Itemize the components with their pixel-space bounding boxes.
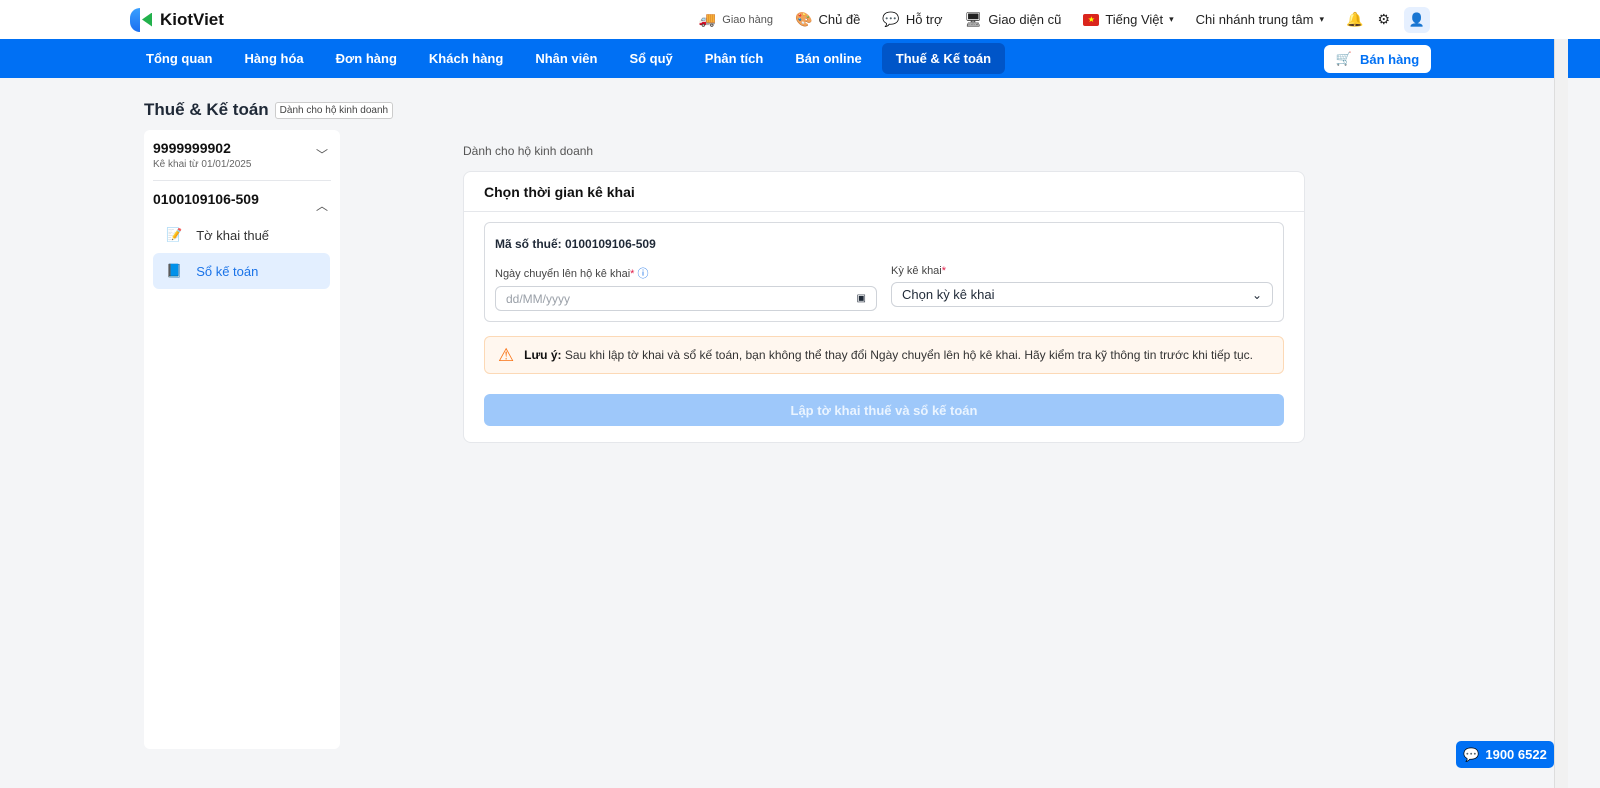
logo[interactable]: KiotViet: [130, 7, 224, 32]
sidebar-item-to-khai-thue[interactable]: 📝 Tờ khai thuế: [153, 217, 330, 253]
logo-icon: [130, 7, 152, 32]
sidebar-item-so-ke-toan[interactable]: 📘 Sổ kế toán: [153, 253, 330, 289]
bell-icon[interactable]: 🔔: [1346, 11, 1363, 28]
page-title: Thuế & Kế toán: [144, 100, 269, 119]
cart-icon: 🛒: [1335, 51, 1352, 66]
chat-icon: 💬: [1463, 746, 1480, 762]
hotline-button[interactable]: 💬 1900 6522: [1456, 741, 1554, 768]
old-ui-link[interactable]: 🖥 Giao diện cũ: [965, 11, 1062, 28]
chevron-up-icon: ︿: [315, 199, 328, 213]
nav-so-quy[interactable]: Sổ quỹ: [617, 43, 684, 74]
truck-icon: 🚚: [698, 11, 717, 27]
page-tag: Dành cho hộ kinh doanh: [274, 101, 394, 119]
language-select[interactable]: ★ Tiếng Việt ▾: [1083, 12, 1174, 27]
nav-khach-hang[interactable]: Khách hàng: [417, 43, 515, 74]
sidebar-group-0100109106-509[interactable]: 0100109106-509 ︿: [144, 181, 340, 217]
card-title: Chọn thời gian kê khai: [464, 172, 1304, 212]
sidebar-group-9999999902[interactable]: 9999999902 Kê khai từ 01/01/2025 ﹀: [144, 130, 340, 180]
date-input[interactable]: dd/MM/yyyy ▣: [495, 286, 877, 311]
chevron-down-icon: ▾: [1169, 14, 1174, 24]
palette-icon: 🎨: [795, 11, 813, 27]
nav-hang-hoa[interactable]: Hàng hóa: [232, 43, 315, 74]
support-link[interactable]: 💬 Hỗ trợ: [882, 11, 942, 28]
tax-code: Mã số thuế: 0100109106-509: [495, 237, 656, 251]
vietnam-flag-icon: ★: [1083, 13, 1100, 26]
gear-icon[interactable]: ⚙: [1377, 11, 1390, 28]
sell-button[interactable]: 🛒 Bán hàng: [1324, 45, 1431, 73]
chat-icon: 💬: [882, 11, 900, 27]
warning-icon: ⚠: [498, 344, 515, 365]
submit-button[interactable]: Lập tờ khai thuế và sổ kế toán: [484, 394, 1284, 426]
main-nav: Tổng quan Hàng hóa Đơn hàng Khách hàng N…: [0, 39, 1600, 78]
chevron-down-icon: ⌄: [1251, 287, 1262, 302]
scrollbar[interactable]: [1554, 39, 1568, 788]
nav-thue-ke-toan[interactable]: Thuế & Kế toán: [881, 43, 1006, 74]
calendar-icon[interactable]: ▣: [857, 293, 866, 304]
nav-ban-online[interactable]: Bán online: [783, 43, 873, 74]
warning-note: ⚠ Lưu ý: Sau khi lập tờ khai và sổ kế toá…: [484, 336, 1284, 374]
theme-link[interactable]: 🎨 Chủ đề: [795, 11, 860, 28]
branch-select[interactable]: Chi nhánh trung tâm ▾: [1196, 12, 1324, 27]
delivery-link[interactable]: 🚚 Giao hàng: [699, 11, 773, 28]
sidebar: 9999999902 Kê khai từ 01/01/2025 ﹀ 01001…: [144, 130, 340, 749]
monitor-icon: 🖥: [964, 11, 983, 27]
nav-phan-tich[interactable]: Phân tích: [693, 43, 776, 74]
nav-tong-quan[interactable]: Tổng quan: [134, 43, 224, 74]
top-bar: KiotViet 🚚 Giao hàng 🎨 Chủ đề 💬 Hỗ trợ 🖥 Gia…: [0, 0, 1600, 39]
chevron-down-icon: ﹀: [315, 148, 328, 162]
declaration-card: Chọn thời gian kê khai Mã số thuế: 01001…: [463, 171, 1305, 443]
caption: Dành cho hộ kinh doanh: [463, 144, 594, 158]
ledger-icon: 📘: [166, 263, 183, 278]
period-select[interactable]: Chọn kỳ kê khai ⌄: [891, 282, 1273, 307]
avatar[interactable]: 👤: [1404, 6, 1430, 33]
chevron-down-icon: ▾: [1319, 14, 1324, 24]
nav-nhan-vien[interactable]: Nhân viên: [523, 43, 609, 74]
nav-don-hang[interactable]: Đơn hàng: [324, 43, 409, 74]
edit-document-icon: 📝: [166, 227, 183, 242]
info-icon[interactable]: ⓘ: [638, 268, 649, 280]
